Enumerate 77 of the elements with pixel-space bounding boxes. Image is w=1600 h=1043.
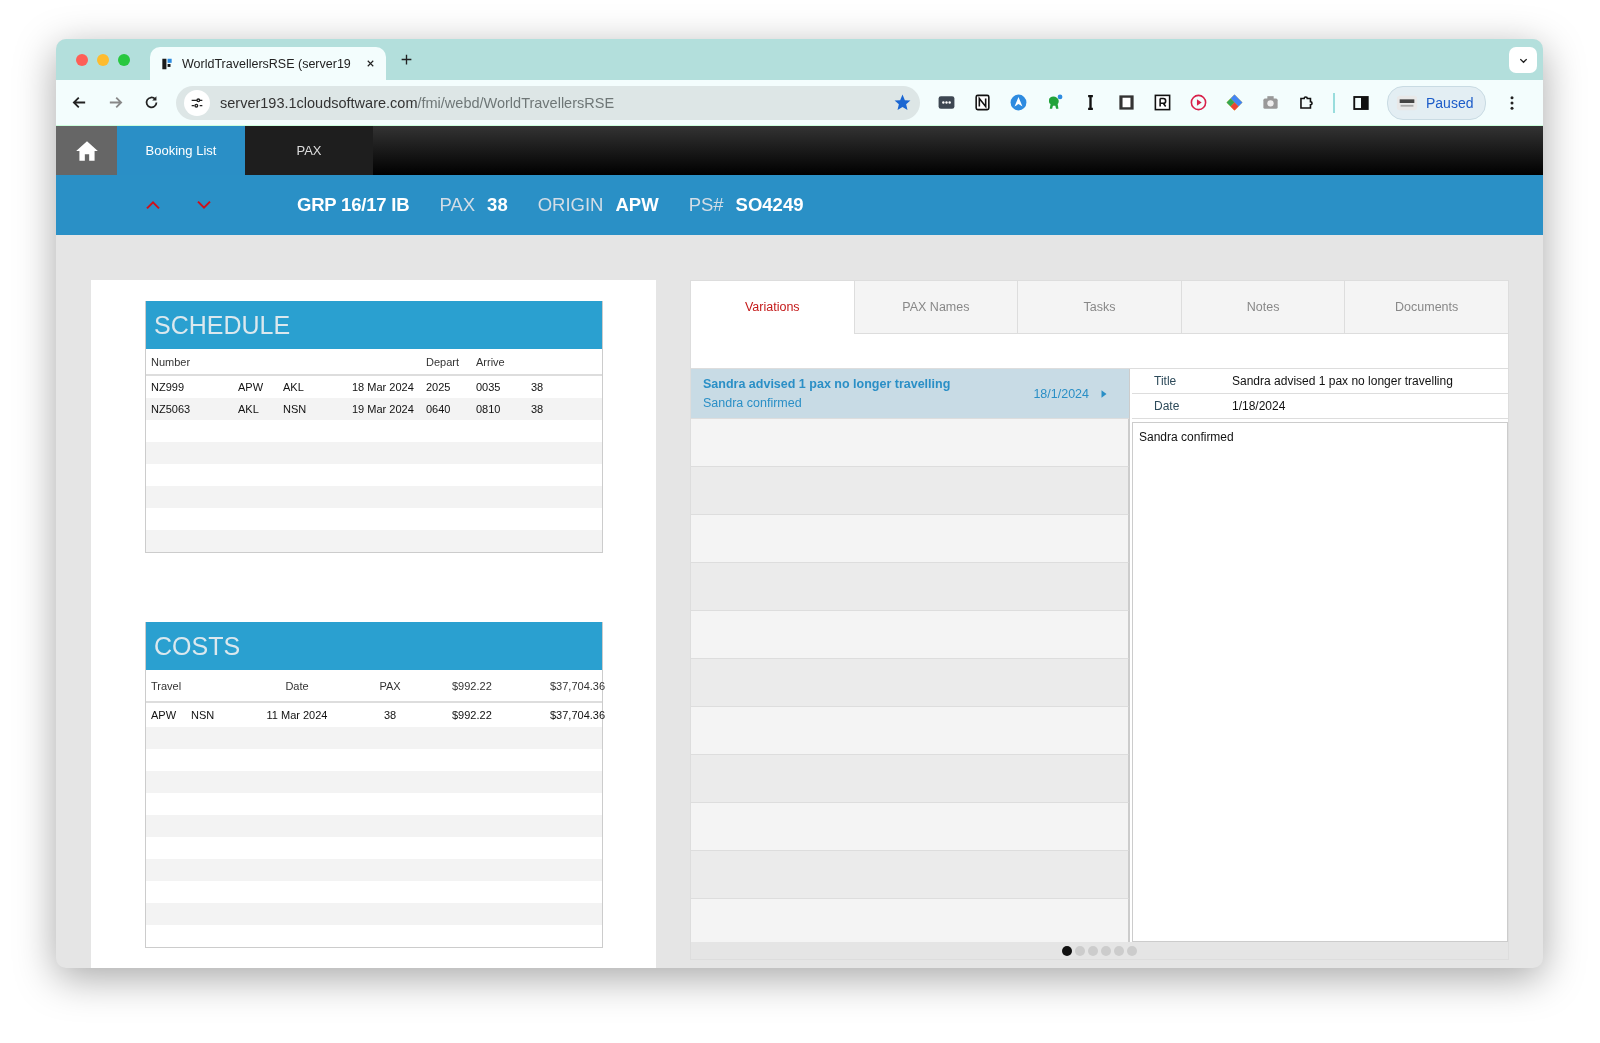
section-title: COSTS <box>146 622 602 670</box>
field-value: 38 <box>487 194 508 216</box>
detail-label: Date <box>1153 399 1181 413</box>
table-cell-text: 0810 <box>476 403 502 415</box>
close-icon[interactable] <box>365 58 376 69</box>
puzzle-piece-icon[interactable] <box>1297 93 1316 112</box>
table-cell-text: APW <box>238 381 265 393</box>
page-dot[interactable] <box>1075 945 1085 956</box>
page-dot[interactable] <box>1062 945 1072 956</box>
page-dot[interactable] <box>1088 945 1098 956</box>
column-header: PAX <box>378 679 402 692</box>
field-value: APW <box>615 194 659 216</box>
home-button[interactable] <box>56 126 117 175</box>
notes-text: Sandra confirmed <box>1139 430 1234 444</box>
page-dot[interactable] <box>1114 945 1124 956</box>
nav-tab[interactable]: PAX <box>245 126 373 175</box>
square-outline-icon[interactable] <box>1153 93 1172 112</box>
detail-tab[interactable]: Documents <box>1344 281 1508 334</box>
table-cell-text: 38 <box>531 403 545 415</box>
table-cell: 11 Mar 2024 <box>266 709 328 721</box>
field-label: PAX <box>439 194 476 216</box>
side-panel-icon[interactable] <box>1352 93 1370 112</box>
play-circle-icon[interactable] <box>1189 93 1208 112</box>
table-cell-text: $992.22 <box>452 709 493 721</box>
page-dot[interactable] <box>1127 945 1137 956</box>
column-header: $37,704.36 <box>550 679 606 692</box>
square-mark-icon[interactable] <box>1117 93 1136 112</box>
table-cell-text: NSN <box>191 709 216 721</box>
notes-area[interactable]: Sandra confirmed <box>1132 422 1508 942</box>
detail-value: Sandra advised 1 pax no longer travelling <box>1232 374 1453 388</box>
field-value: SO4249 <box>735 194 804 216</box>
column-header: Number <box>151 355 192 368</box>
table-cell-text: 2025 <box>426 381 452 393</box>
table-cell-text: 0640 <box>426 403 452 415</box>
table-cell-text: NZ5063 <box>151 403 192 415</box>
table-cell-text: AKL <box>238 403 260 415</box>
table-cell-text: NSN <box>283 403 308 415</box>
group-name: GRP 16/17 IB <box>297 194 410 216</box>
star-icon[interactable] <box>893 93 912 112</box>
field-label: ORIGIN <box>537 194 604 216</box>
profile-button[interactable]: Paused <box>1387 85 1487 120</box>
password-manager-icon[interactable] <box>937 93 956 112</box>
column-header: $992.22 <box>452 679 493 692</box>
table-cell-text: NZ999 <box>151 381 186 393</box>
detail-value: 1/18/2024 <box>1232 399 1286 413</box>
table-cell-text: 38 <box>531 381 545 393</box>
column-header: Date <box>284 679 310 692</box>
table-cell-text: 19 Mar 2024 <box>352 403 415 415</box>
camera-icon[interactable] <box>1261 93 1280 112</box>
browser-tab[interactable]: WorldTravellersRSE (server19 <box>150 47 386 80</box>
table-cell-text: AKL <box>283 381 305 393</box>
favicon-icon <box>160 56 174 71</box>
detail-label: Title <box>1153 374 1178 388</box>
page-dot[interactable] <box>1101 945 1111 956</box>
section-title: SCHEDULE <box>146 301 602 349</box>
detail-tab[interactable]: Tasks <box>1017 281 1181 334</box>
variation-title: Sandra advised 1 pax no longer travelling <box>703 377 952 391</box>
diamond-icon[interactable] <box>1225 93 1244 112</box>
column-header: Arrive <box>476 355 506 368</box>
tab-title: WorldTravellersRSE (server19 <box>182 56 352 71</box>
detail-tab[interactable]: PAX Names <box>853 281 1018 334</box>
column-header: Depart <box>426 355 461 368</box>
nav-tab[interactable]: Booking List <box>117 126 245 175</box>
field-label: PS# <box>688 194 724 216</box>
table-cell-text: APW <box>151 709 178 721</box>
address-bar[interactable]: server193.1cloudsoftware.com/fmi/webd/WorldTravellersRSE <box>176 85 920 120</box>
variation-date: 18/1/2024 <box>1033 386 1089 401</box>
plus-icon[interactable] <box>400 53 413 66</box>
table-cell-text: 18 Mar 2024 <box>352 381 415 393</box>
column-header: Travel <box>151 679 183 692</box>
table-cell: $37,704.36 <box>550 709 606 721</box>
table-cell-text: 0035 <box>476 381 502 393</box>
variation-subtitle: Sandra confirmed <box>703 396 803 410</box>
notebook-icon[interactable] <box>973 93 992 112</box>
detail-tab[interactable]: Notes <box>1180 281 1345 334</box>
table-cell-text: 38 <box>382 709 398 721</box>
back-arrow-icon[interactable] <box>70 94 88 111</box>
